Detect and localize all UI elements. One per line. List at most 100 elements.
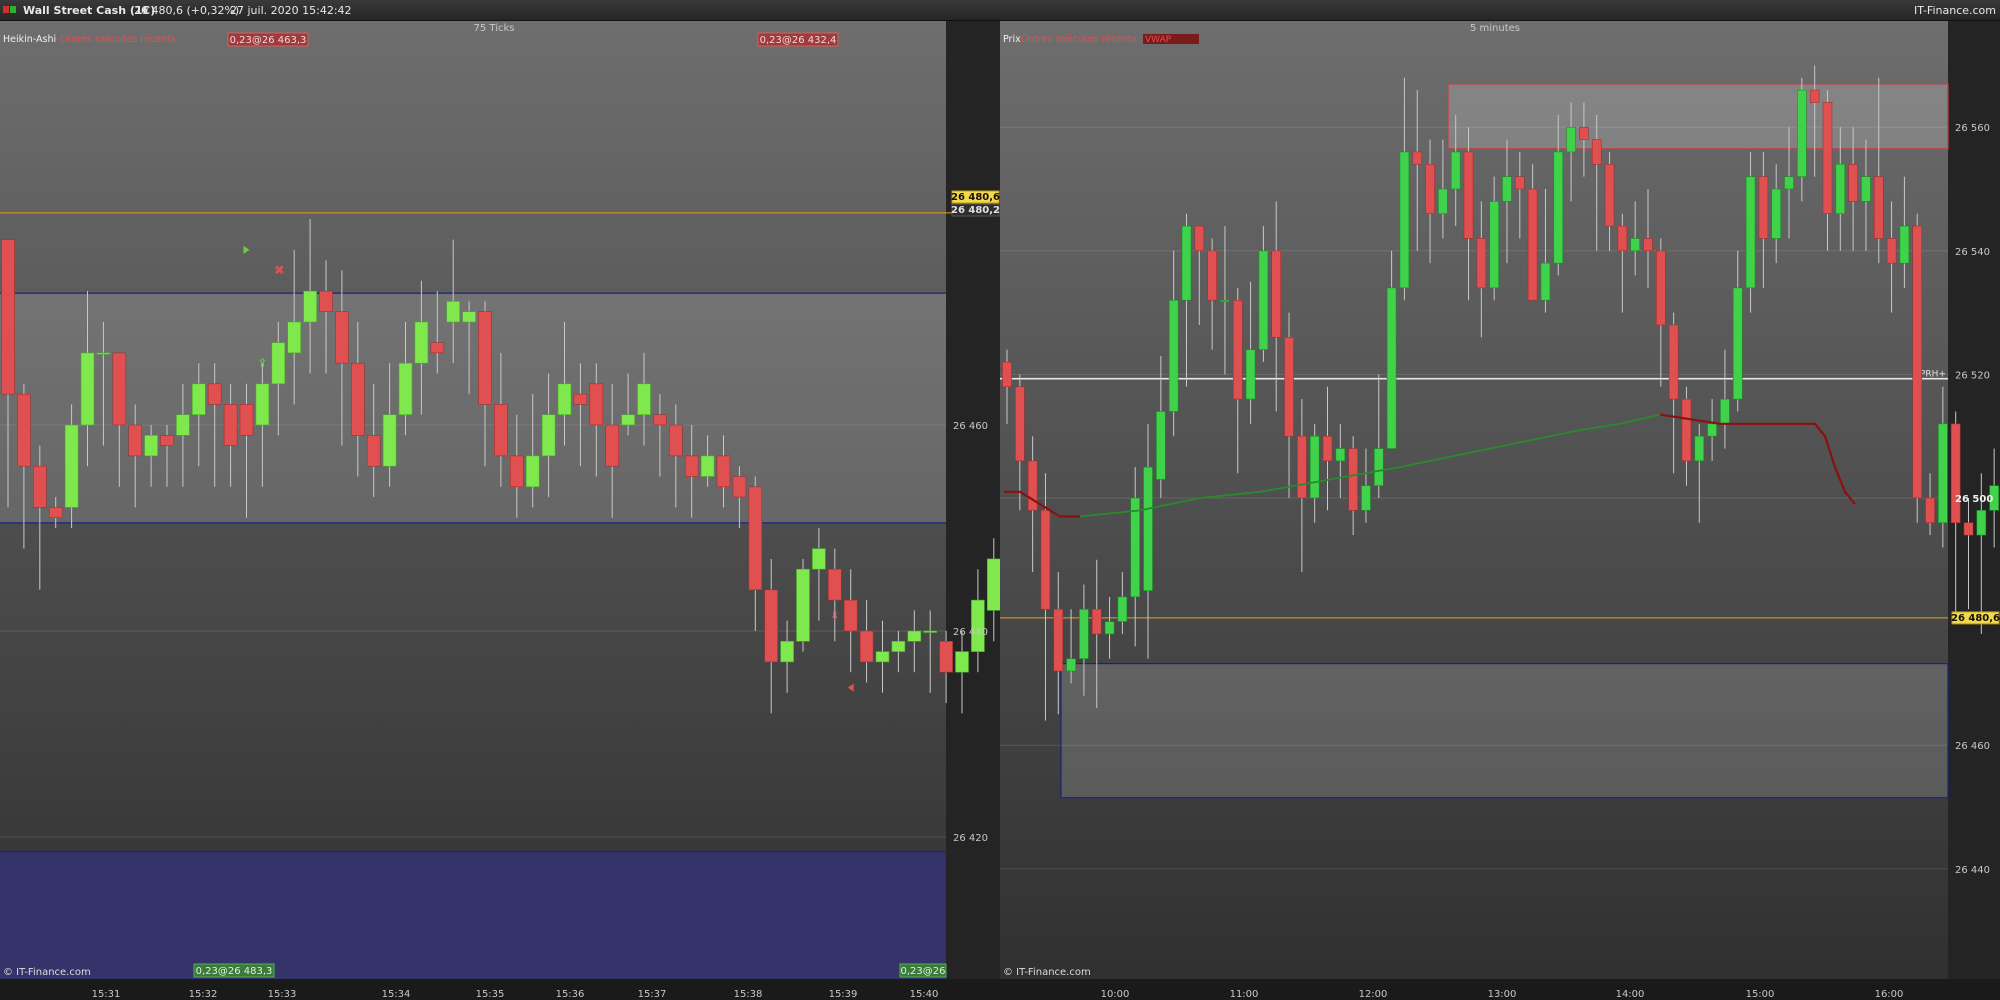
candle-body (1925, 497, 1935, 524)
candle-body (1220, 299, 1230, 303)
candle-body (1873, 176, 1884, 239)
candle-body (923, 630, 938, 633)
candle-body (176, 414, 190, 436)
prh-level-label: PRH+ (1920, 370, 1946, 380)
status-red-icon (3, 6, 9, 13)
candle-body (1694, 435, 1705, 462)
candle-body (1002, 361, 1012, 388)
x-tick-label: 15:37 (638, 989, 667, 1000)
candle-body (1720, 398, 1730, 425)
candle-body (350, 362, 365, 436)
candle-body (32, 465, 47, 508)
candle-body (1361, 485, 1371, 511)
x-tick-label: 15:39 (829, 989, 858, 1000)
candle-body (112, 352, 127, 426)
candle-body (1104, 621, 1115, 635)
candle-body (223, 404, 238, 446)
candle-body (1091, 608, 1102, 635)
candle-body (955, 651, 969, 673)
candle-body (1707, 423, 1717, 437)
five-minute-chart-panel[interactable]: 5 minutes PRH+ 26 560 26 540 26 520 26 460 2… (1000, 21, 2000, 1000)
orders-label[interactable]: Ordres exécutés récents (1021, 34, 1137, 45)
candle-body (1886, 238, 1897, 264)
candle-body (1156, 411, 1166, 480)
five-minute-chart-svg[interactable]: 5 minutes PRH+ 26 560 26 540 26 520 26 460 2… (1000, 21, 2000, 1000)
x-tick-label: 16:00 (1875, 989, 1904, 1000)
lower-zone (0, 851, 946, 979)
candle-body (319, 290, 333, 313)
support-zone (1060, 663, 1949, 799)
candle (796, 558, 810, 652)
candle-body (764, 589, 779, 663)
candle-body (1463, 151, 1474, 239)
order-marker-arrow-down: ⇩ (830, 609, 840, 623)
candle-body (494, 404, 508, 457)
candle-body (557, 383, 572, 415)
candle-body (1899, 225, 1910, 264)
x-tick-label: 15:00 (1746, 989, 1775, 1000)
candle-body (207, 383, 222, 405)
candle-body (1386, 287, 1397, 449)
candle-body (1399, 151, 1410, 289)
candle-body (1502, 176, 1512, 202)
chart-type-label[interactable]: Prix (1003, 34, 1021, 45)
x-tick-label: 14:00 (1616, 989, 1645, 1000)
current-price-tag: 26 480,6 (1951, 611, 2000, 625)
order-tag-top-1-text: 0,23@26 463,3 (230, 35, 307, 46)
x-tick-label: 15:34 (382, 989, 411, 1000)
candle-body (573, 393, 588, 405)
chart-type-label[interactable]: Heikin-Ashi (3, 34, 56, 45)
candle-body (1143, 466, 1153, 592)
x-tick-label: 11:00 (1230, 989, 1259, 1000)
candle-body (1822, 102, 1833, 215)
candle-body (17, 393, 31, 467)
candle-body (1476, 238, 1487, 289)
tick-chart-panel[interactable]: 75 Ticks ⇧✖⇩✖ 26 46026 44026 42015:3115:… (0, 21, 1000, 1000)
candle-body (1322, 435, 1333, 462)
candle-body (462, 311, 476, 323)
candle-body (144, 434, 158, 457)
y-tick-label: 26 540 (1955, 247, 1990, 258)
candle-body (1604, 163, 1615, 227)
candle-body (430, 342, 445, 354)
y-tick-label: 26 520 (1955, 370, 1990, 381)
candle-body (1732, 287, 1743, 400)
candle-body (1232, 299, 1243, 400)
candle-body (732, 476, 747, 498)
candle-body (1335, 448, 1346, 462)
tick-chart-svg[interactable]: 75 Ticks ⇧✖⇩✖ 26 46026 44026 42015:3115:… (0, 21, 1000, 1000)
order-tag-top-2-text: 0,23@26 432,4 (760, 35, 837, 46)
order-tag-bottom-2: 0,23@26 (899, 963, 947, 978)
candle-body (1938, 423, 1948, 524)
y-tick-label: 26 560 (1955, 123, 1990, 134)
x-tick-label: 15:38 (734, 989, 763, 1000)
vwap-label[interactable]: VWAP (1145, 35, 1172, 45)
candle-body (1758, 176, 1769, 239)
candle-body (128, 424, 142, 457)
candle-body (1514, 176, 1525, 190)
x-tick-label: 15:33 (268, 989, 297, 1000)
candle-body (939, 640, 953, 673)
candle-body (684, 455, 699, 477)
candle-body (1745, 176, 1756, 289)
candle-body (303, 290, 317, 323)
candle-body (1284, 337, 1294, 437)
candle-body (160, 434, 174, 446)
orders-label[interactable]: Ordres exécutés récents (60, 34, 176, 45)
candle-body (875, 651, 890, 663)
current-price-tag-text: 26 480,6 (1951, 613, 2000, 624)
candle-body (1309, 435, 1320, 499)
candle-body (1912, 225, 1923, 499)
candle-body (827, 568, 842, 601)
candle-body (1489, 201, 1499, 289)
candle-body (859, 630, 874, 663)
candle-body (653, 414, 667, 426)
level-price-tag-text: 26 480,2 (951, 205, 1000, 216)
candle-body (1579, 126, 1589, 140)
candle-body (48, 507, 63, 518)
x-tick-label: 15:31 (92, 989, 121, 1000)
candle-body (1809, 89, 1820, 103)
order-tag-top-1: 0,23@26 463,3 (227, 32, 309, 47)
price-change: 26 480,6 (+0,32%) (134, 4, 240, 17)
candle-body (1591, 139, 1602, 165)
